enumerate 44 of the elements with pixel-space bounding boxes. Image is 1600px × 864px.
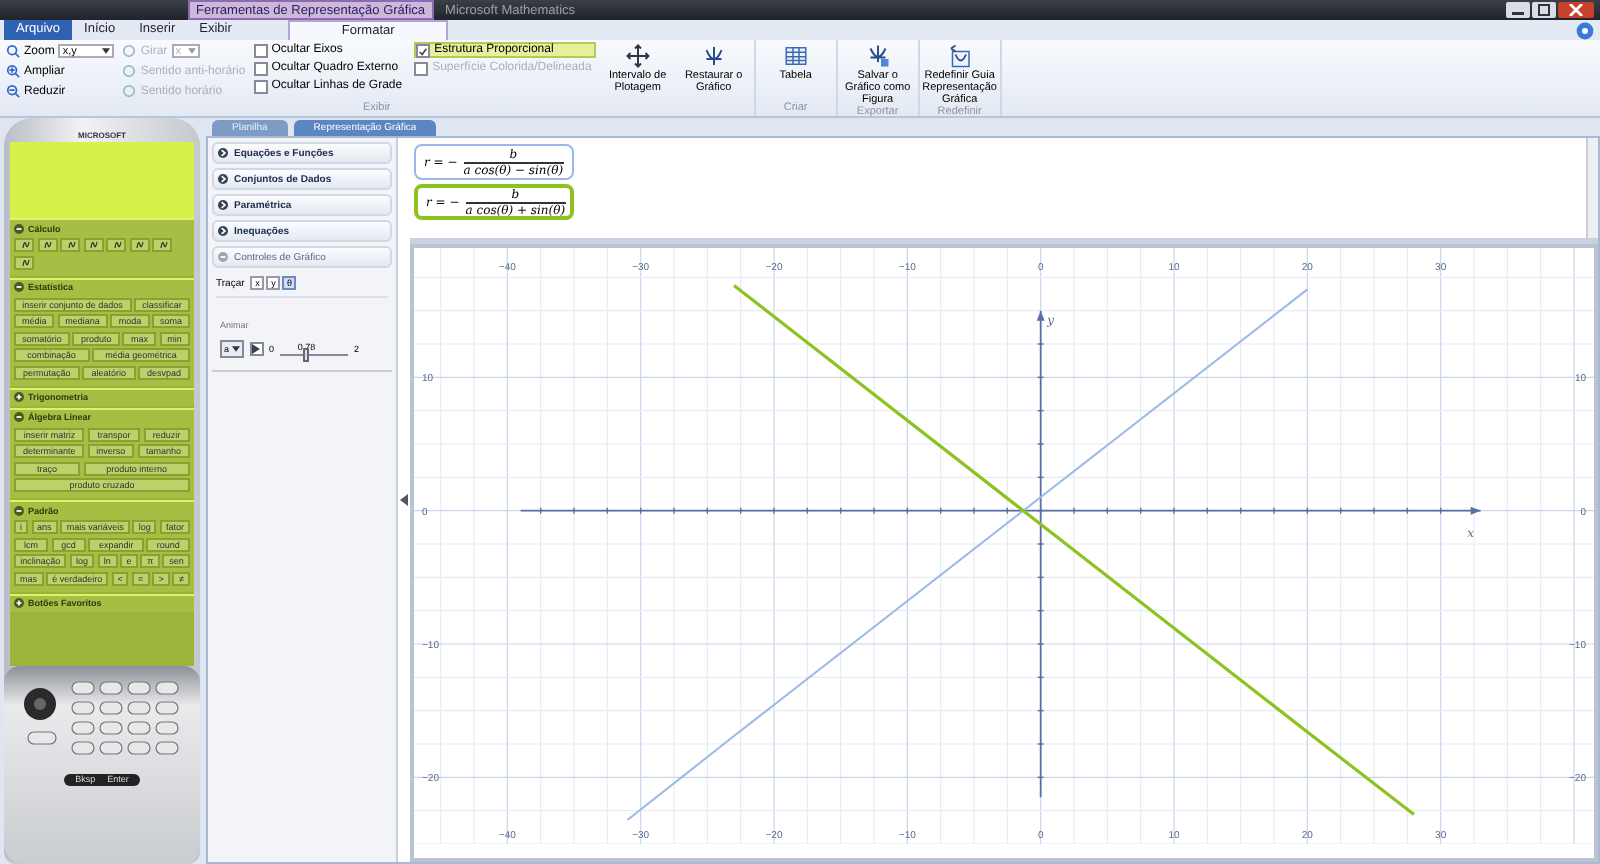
four-arrows-icon (625, 44, 650, 68)
slider-thumb[interactable] (303, 348, 310, 362)
caret-icon (187, 48, 196, 54)
math-function-button[interactable] (83, 238, 103, 252)
math-function-button[interactable] (152, 238, 172, 252)
collapse-icon (14, 412, 24, 422)
checkbox[interactable] (253, 79, 268, 93)
minimize-button[interactable] (1506, 2, 1530, 18)
close-icon (1568, 4, 1584, 16)
scrollbar[interactable] (1586, 138, 1598, 238)
play-button[interactable] (249, 342, 264, 356)
expand-icon (14, 598, 24, 608)
collapse-icon (14, 223, 24, 233)
math-function-button[interactable] (14, 238, 34, 252)
checkbox[interactable] (416, 43, 431, 57)
math-function-button[interactable] (60, 238, 80, 252)
zoom-out-icon (6, 84, 20, 98)
close-button[interactable] (1558, 2, 1594, 18)
math-function-button[interactable] (129, 238, 149, 252)
caret-icon (231, 346, 240, 352)
zoom-in-icon (6, 64, 20, 78)
math-function-button[interactable] (14, 255, 34, 269)
checkbox[interactable] (253, 61, 268, 75)
save-graph-icon (865, 44, 890, 68)
zoom-icon (6, 44, 20, 58)
expand-icon (218, 226, 228, 236)
expand-icon (14, 392, 24, 402)
expand-icon (218, 200, 228, 210)
expand-icon (218, 148, 228, 158)
collapse-icon (218, 252, 228, 262)
maximize-icon (1536, 4, 1552, 16)
collapse-arrow-icon[interactable] (400, 494, 408, 506)
collapse-icon (14, 282, 24, 292)
math-function-button[interactable] (106, 238, 126, 252)
help-icon[interactable] (1576, 21, 1594, 39)
graph-reset-icon (701, 44, 726, 68)
reset-guide-icon (947, 44, 972, 68)
caret-icon (102, 48, 111, 54)
maximize-button[interactable] (1532, 2, 1556, 18)
math-function-button[interactable] (37, 238, 57, 252)
table-icon (783, 44, 808, 68)
checkbox[interactable] (253, 43, 268, 57)
collapse-icon (14, 505, 24, 515)
expand-icon (218, 174, 228, 184)
